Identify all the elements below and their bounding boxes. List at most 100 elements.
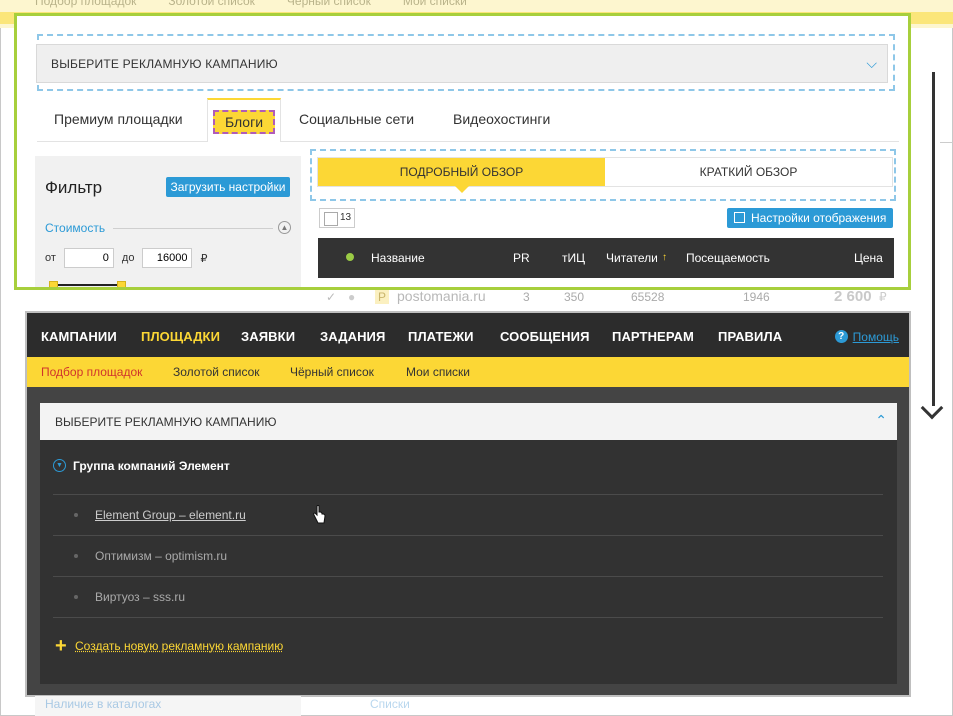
- display-settings-button[interactable]: Настройки отображения: [727, 208, 893, 228]
- campaign-dropdown-header[interactable]: ВЫБЕРИТЕ РЕКЛАМНУЮ КАМПАНИЮ ⌃: [40, 403, 897, 440]
- site-link[interactable]: postomania.ru: [397, 288, 486, 304]
- hand-cursor-icon: [313, 505, 326, 524]
- help-label: Помощь: [852, 330, 899, 344]
- campaign-item[interactable]: Element Group – element.ru: [95, 508, 246, 522]
- nav-partners[interactable]: ПАРТНЕРАМ: [612, 329, 694, 344]
- under-content: Наличие в каталогах Списки: [0, 696, 953, 716]
- create-campaign-link[interactable]: + Создать новую рекламную кампанию: [55, 635, 284, 657]
- tab-blogs[interactable]: Блоги: [213, 110, 275, 134]
- col-pr[interactable]: PR: [513, 251, 530, 265]
- table-icon: [734, 212, 745, 223]
- cell-visits: 1946: [743, 290, 770, 304]
- create-campaign-label: Создать новую рекламную кампанию: [75, 639, 284, 653]
- cost-slider-track[interactable]: [49, 284, 125, 286]
- nav-rules[interactable]: ПРАВИЛА: [718, 329, 782, 344]
- tab-brief-view[interactable]: КРАТКИЙ ОБЗОР: [605, 158, 892, 186]
- collapse-up-icon[interactable]: ▲: [278, 221, 291, 234]
- table-row[interactable]: ✓ ● P postomania.ru 3 350 65528 1946 2 6…: [318, 286, 898, 310]
- table-header: Название PR тИЦ Читатели ↑ Посещаемость …: [318, 238, 894, 278]
- help-link[interactable]: ? Помощь: [834, 330, 899, 344]
- tab-premium[interactable]: Премиум площадки: [54, 111, 183, 127]
- col-price[interactable]: Цена: [854, 251, 883, 265]
- filter-panel: Фильтр Загрузить настройки Стоимость ▲ о…: [35, 156, 301, 287]
- plus-icon: +: [55, 635, 67, 657]
- tab-social[interactable]: Социальные сети: [299, 111, 414, 127]
- campaign-item[interactable]: Виртуоз – sss.ru: [95, 590, 185, 604]
- display-settings-label: Настройки отображения: [751, 211, 887, 225]
- cost-divider: [113, 228, 273, 229]
- help-icon: ?: [834, 330, 848, 343]
- top-subnav-item[interactable]: Мои списки: [403, 0, 467, 8]
- divider: [53, 617, 883, 618]
- chevron-up-icon: ⌃: [875, 412, 887, 428]
- tab-video[interactable]: Видеохостинги: [453, 111, 550, 127]
- chevron-down-icon: ⌵: [866, 55, 877, 71]
- top-subnav-item[interactable]: Подбор площадок: [35, 0, 136, 8]
- campaign-group[interactable]: ▼ Группа компаний Элемент: [53, 459, 230, 473]
- slider-handle-max[interactable]: [117, 281, 126, 287]
- col-readers[interactable]: Читатели: [606, 251, 658, 265]
- col-visits[interactable]: Посещаемость: [686, 251, 770, 265]
- status-dot-icon: [346, 253, 354, 261]
- col-name[interactable]: Название: [371, 251, 425, 265]
- nav-platforms[interactable]: ПЛОЩАДКИ: [141, 329, 220, 344]
- cell-price: 2 600: [834, 288, 872, 305]
- platform-tabs: Премиум площадки Блоги Социальные сети В…: [37, 98, 899, 142]
- bullet-icon: [74, 513, 78, 517]
- arrow-down-line: [932, 72, 935, 406]
- nav-payments[interactable]: ПЛАТЕЖИ: [408, 329, 474, 344]
- cell-readers: 65528: [631, 290, 665, 304]
- bullet-icon: [74, 595, 78, 599]
- platform-tag: P: [375, 290, 390, 304]
- highlight-frame: ВЫБЕРИТЕ РЕКЛАМНУЮ КАМПАНИЮ ⌵ Премиум пл…: [14, 13, 911, 290]
- nav-requests[interactable]: ЗАЯВКИ: [241, 329, 295, 344]
- subnav-my-lists[interactable]: Мои списки: [406, 365, 470, 379]
- campaign-dropdown-list: ▼ Группа компаний Элемент Element Group …: [40, 440, 897, 684]
- bullet-icon: [74, 554, 78, 558]
- dropdown-open-screenshot: КАМПАНИИ ПЛОЩАДКИ ЗАЯВКИ ЗАДАНИЯ ПЛАТЕЖИ…: [25, 311, 911, 697]
- top-subnav-item[interactable]: Чёрный список: [287, 0, 371, 8]
- divider: [53, 494, 883, 495]
- view-tabs: ПОДРОБНЫЙ ОБЗОР КРАТКИЙ ОБЗОР: [317, 157, 893, 193]
- subnav-black-list[interactable]: Чёрный список: [290, 365, 374, 379]
- tab-detailed-view[interactable]: ПОДРОБНЫЙ ОБЗОР: [318, 158, 605, 193]
- lists-link[interactable]: Списки: [370, 697, 410, 711]
- check-icon: ✓: [326, 290, 337, 304]
- cell-tic: 350: [564, 290, 585, 304]
- cost-to-input[interactable]: [142, 248, 193, 268]
- from-label: от: [45, 252, 56, 264]
- collapse-down-icon: ▼: [53, 459, 66, 472]
- campaign-item[interactable]: Оптимизм – optimism.ru: [95, 549, 227, 563]
- cost-from-input[interactable]: [63, 248, 114, 268]
- campaign-select[interactable]: ВЫБЕРИТЕ РЕКЛАМНУЮ КАМПАНИЮ ⌵: [36, 44, 888, 83]
- divider: [53, 535, 883, 536]
- group-name: Группа компаний Элемент: [73, 459, 230, 473]
- divider: [940, 142, 953, 143]
- cost-label[interactable]: Стоимость: [45, 221, 105, 235]
- subnav-gold-list[interactable]: Золотой список: [173, 365, 260, 379]
- subnav-selection[interactable]: Подбор площадок: [41, 365, 142, 379]
- status-dot-icon: ●: [348, 290, 356, 304]
- campaign-select-label: ВЫБЕРИТЕ РЕКЛАМНУЮ КАМПАНИЮ: [51, 57, 278, 71]
- ruble-icon: ₽: [200, 252, 208, 265]
- nav-tasks[interactable]: ЗАДАНИЯ: [320, 329, 385, 344]
- main-nav: КАМПАНИИ ПЛОЩАДКИ ЗАЯВКИ ЗАДАНИЯ ПЛАТЕЖИ…: [27, 313, 909, 357]
- cost-range: от до ₽: [45, 248, 207, 268]
- cell-pr: 3: [523, 290, 530, 304]
- sub-nav: Подбор площадок Золотой список Чёрный сп…: [27, 357, 909, 387]
- col-tic[interactable]: тИЦ: [562, 251, 585, 265]
- catalogs-filter-label[interactable]: Наличие в каталогах: [45, 697, 161, 711]
- sort-arrow-icon: ↑: [662, 252, 667, 263]
- nav-messages[interactable]: СООБЩЕНИЯ: [500, 329, 590, 344]
- to-label: до: [121, 252, 135, 264]
- top-subnav-item[interactable]: Золотой список: [168, 0, 255, 8]
- load-settings-button[interactable]: Загрузить настройки: [166, 177, 290, 197]
- divider: [53, 576, 883, 577]
- select-all-checkbox[interactable]: 13: [319, 208, 355, 228]
- ruble-icon: ₽: [879, 290, 887, 304]
- tab-blogs-wrapper: Блоги: [207, 98, 281, 142]
- filter-title: Фильтр: [45, 178, 103, 197]
- slider-handle-min[interactable]: [49, 281, 58, 287]
- campaign-dropdown-label: ВЫБЕРИТЕ РЕКЛАМНУЮ КАМПАНИЮ: [55, 415, 277, 429]
- nav-campaigns[interactable]: КАМПАНИИ: [41, 329, 117, 344]
